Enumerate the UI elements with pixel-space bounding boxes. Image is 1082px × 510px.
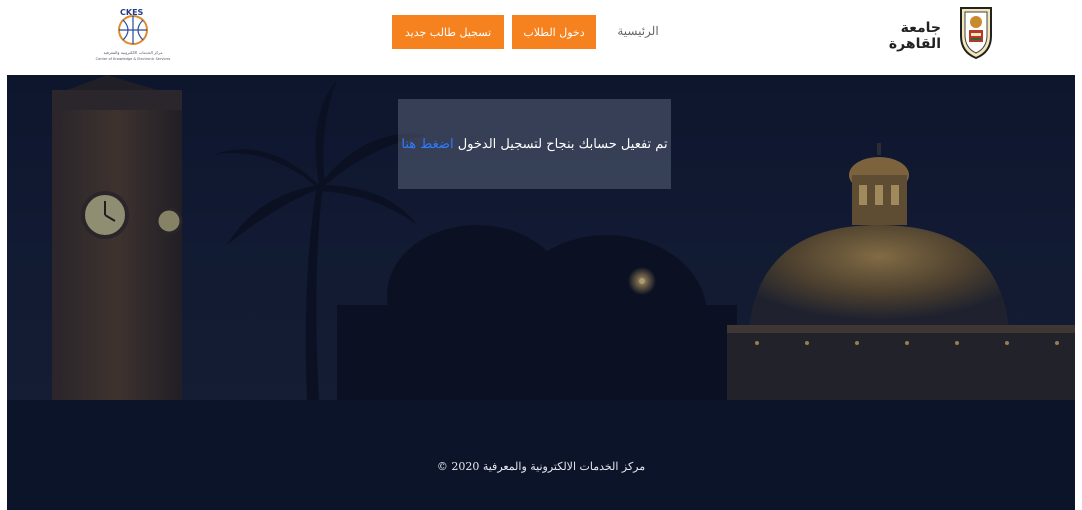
nav-home-link[interactable]: الرئيسية bbox=[608, 24, 668, 38]
site-footer: مركز الخدمات الالكترونية والمعرفية 2020 … bbox=[7, 400, 1075, 510]
new-student-register-button[interactable]: تسجيل طالب جديد bbox=[392, 15, 504, 49]
click-here-link[interactable]: اضغط هنا bbox=[401, 137, 453, 152]
ckes-logo[interactable]: CKES مركز الخدمات الالكترونية والمعرفية … bbox=[88, 2, 178, 66]
site-header: جامعة القاهرة الرئيسية دخول الطلاب تسجيل… bbox=[0, 0, 1082, 75]
university-crest-icon bbox=[960, 7, 992, 60]
student-login-button[interactable]: دخول الطلاب bbox=[512, 15, 596, 49]
ckes-arabic-caption: مركز الخدمات الالكترونية والمعرفية bbox=[103, 50, 163, 55]
activation-message: تم تفعيل حسابك بنجاح لتسجيل الدخول اضغط … bbox=[401, 137, 667, 152]
hero-banner: تم تفعيل حسابك بنجاح لتسجيل الدخول اضغط … bbox=[7, 75, 1075, 400]
university-name: جامعة القاهرة bbox=[888, 20, 941, 52]
university-brand[interactable]: جامعة القاهرة bbox=[846, 4, 996, 64]
ckes-basketball-icon: CKES bbox=[118, 8, 148, 45]
activation-message-box: تم تفعيل حسابك بنجاح لتسجيل الدخول اضغط … bbox=[398, 99, 671, 189]
activation-message-text: تم تفعيل حسابك بنجاح لتسجيل الدخول bbox=[457, 136, 668, 152]
ckes-english-caption: Center of Knowledge & Electronic Service… bbox=[95, 57, 171, 61]
footer-copyright: مركز الخدمات الالكترونية والمعرفية 2020 … bbox=[436, 460, 646, 473]
